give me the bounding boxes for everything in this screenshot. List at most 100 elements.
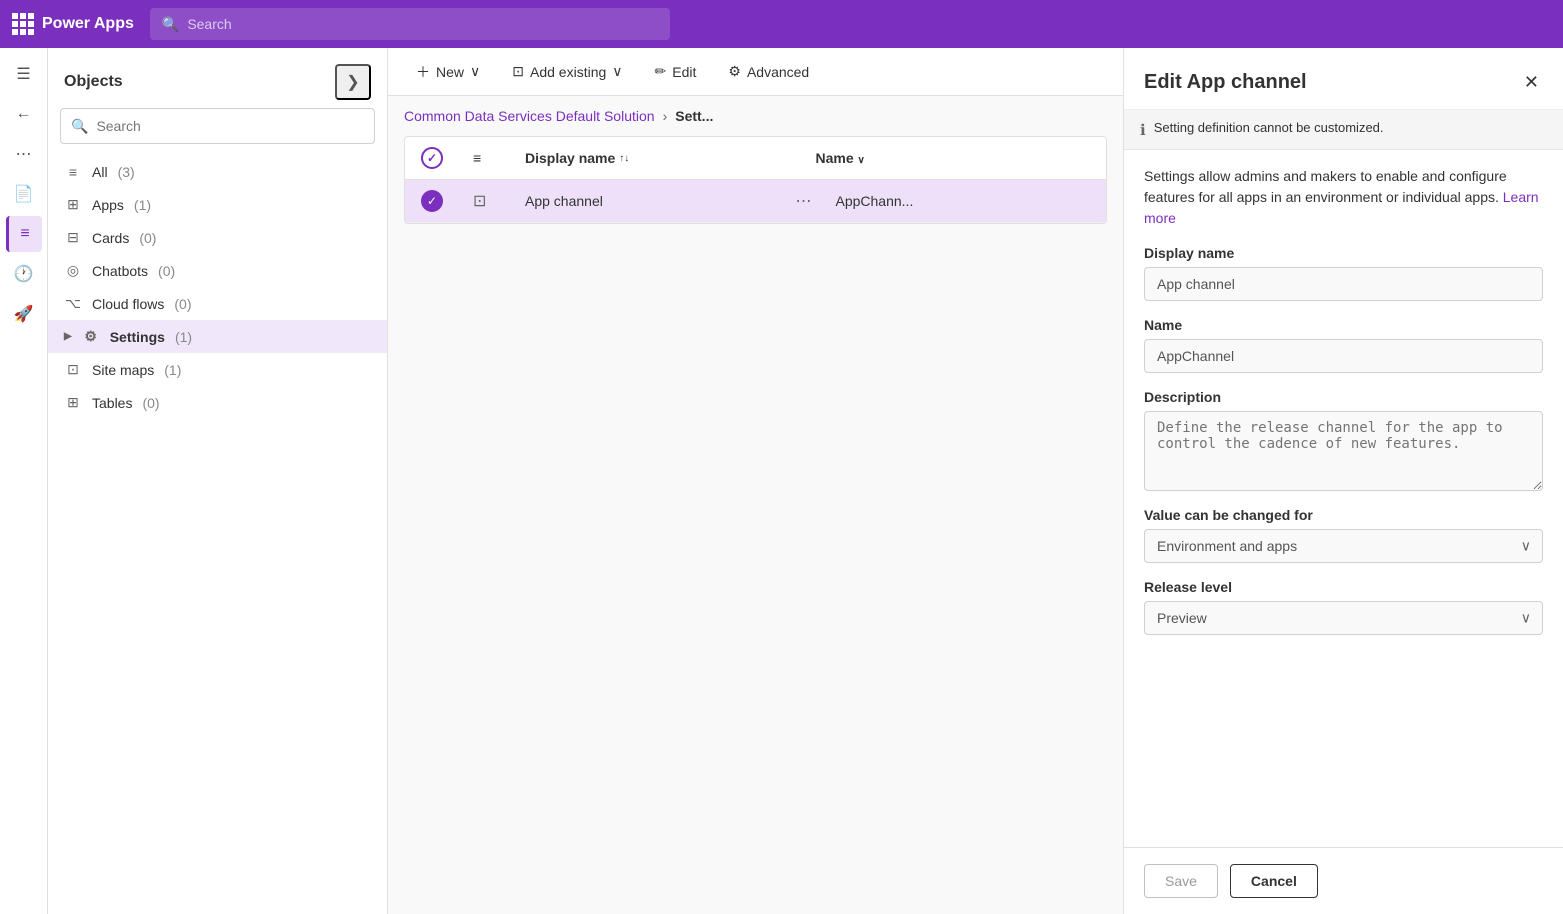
cancel-button[interactable]: Cancel — [1230, 864, 1318, 898]
display-name-input[interactable] — [1144, 267, 1543, 301]
header-check-col[interactable]: ✓ — [421, 147, 457, 169]
breadcrumb-current: Sett... — [675, 108, 713, 124]
add-existing-chevron-icon: ∨ — [612, 63, 622, 80]
sidebar-item-tables[interactable]: ⊞ Tables (0) — [48, 386, 387, 419]
description-textarea[interactable] — [1144, 411, 1543, 491]
rail-rocket[interactable]: 🚀 — [6, 296, 42, 332]
add-existing-button[interactable]: ⊡ Add existing ∨ — [500, 57, 634, 86]
sidebar-item-all[interactable]: ≡ All (3) — [48, 156, 387, 188]
sidebar-item-cards[interactable]: ⊟ Cards (0) — [48, 221, 387, 254]
edit-button[interactable]: ✏ Edit — [643, 57, 709, 86]
tables-icon: ⊞ — [64, 394, 82, 411]
edit-label: Edit — [672, 64, 696, 80]
new-button[interactable]: ＋ New ∨ — [404, 56, 492, 88]
info-banner-text: Setting definition cannot be customized. — [1154, 120, 1384, 135]
add-existing-label: Add existing — [530, 64, 606, 80]
row-name: AppChann... — [836, 193, 1091, 209]
rail-history[interactable]: 🕐 — [6, 256, 42, 292]
row-more-icon[interactable]: ⋯ — [796, 191, 820, 211]
global-search-bar[interactable]: 🔍 — [150, 8, 670, 40]
right-panel-title: Edit App channel — [1144, 71, 1307, 94]
sidebar-item-all-label: All — [92, 164, 108, 180]
header-name[interactable]: Name ∨ — [816, 150, 1091, 166]
right-panel-header: Edit App channel ✕ — [1124, 48, 1563, 110]
sidebar-item-apps-label: Apps — [92, 197, 124, 213]
panel-description: Settings allow admins and makers to enab… — [1144, 166, 1543, 229]
objects-panel: Objects ❯ 🔍 ≡ All (3) ⊞ Apps (1) ⊟ Cards… — [48, 48, 388, 914]
table-container: ✓ ≡ Display name ↑↓ Name ∨ ✓ ⊡ App chann… — [404, 136, 1107, 224]
sidebar-item-settings-label: Settings — [110, 329, 165, 345]
description-text: Settings allow admins and makers to enab… — [1144, 168, 1507, 205]
value-changed-field-group: Value can be changed for Environment and… — [1144, 507, 1543, 563]
chatbots-icon: ◎ — [64, 262, 82, 279]
sidebar-item-chatbots[interactable]: ◎ Chatbots (0) — [48, 254, 387, 287]
name-input[interactable] — [1144, 339, 1543, 373]
new-chevron-icon: ∨ — [470, 63, 480, 80]
rail-more[interactable]: ⋯ — [6, 136, 42, 172]
all-count: (3) — [118, 164, 135, 180]
rail-menu[interactable]: ☰ — [6, 56, 42, 92]
rail-list[interactable]: ≡ — [6, 216, 42, 252]
row-display-name: App channel — [525, 193, 780, 209]
panel-body: Settings allow admins and makers to enab… — [1124, 150, 1563, 847]
release-level-label: Release level — [1144, 579, 1543, 595]
advanced-button[interactable]: ⚙ Advanced — [716, 57, 821, 86]
name-label: Name — [1144, 317, 1543, 333]
top-bar: Power Apps 🔍 — [0, 0, 1563, 48]
row-icon: ⊡ — [473, 191, 509, 211]
breadcrumb-part1[interactable]: Common Data Services Default Solution — [404, 108, 655, 124]
close-panel-button[interactable]: ✕ — [1520, 68, 1543, 97]
settings-icon: ⚙ — [82, 328, 100, 345]
app-name: Power Apps — [42, 15, 134, 33]
site-maps-count: (1) — [164, 362, 181, 378]
sidebar-item-tables-label: Tables — [92, 395, 132, 411]
waffle-icon — [12, 13, 34, 35]
sidebar-item-cloud-flows[interactable]: ⌥ Cloud flows (0) — [48, 287, 387, 320]
description-field-group: Description — [1144, 389, 1543, 491]
collapse-panel-button[interactable]: ❯ — [335, 64, 371, 100]
objects-title: Objects — [64, 73, 123, 91]
nav-list: ≡ All (3) ⊞ Apps (1) ⊟ Cards (0) ◎ Chatb… — [48, 156, 387, 419]
objects-header: Objects ❯ — [48, 48, 387, 108]
cards-count: (0) — [139, 230, 156, 246]
edit-icon: ✏ — [655, 63, 667, 80]
right-panel: Edit App channel ✕ ℹ Setting definition … — [1123, 48, 1563, 914]
add-existing-icon: ⊡ — [512, 63, 524, 80]
description-label: Description — [1144, 389, 1543, 405]
info-icon: ℹ — [1140, 121, 1146, 139]
sidebar-item-settings[interactable]: ▶ ⚙ Settings (1) — [48, 320, 387, 353]
value-changed-select[interactable]: Environment and apps Environment only Ap… — [1144, 529, 1543, 563]
table-row[interactable]: ✓ ⊡ App channel ⋯ AppChann... — [405, 180, 1106, 223]
sidebar-item-site-maps[interactable]: ⊡ Site maps (1) — [48, 353, 387, 386]
app-logo[interactable]: Power Apps — [12, 13, 134, 35]
sidebar-item-site-maps-label: Site maps — [92, 362, 154, 378]
header-display-name[interactable]: Display name ↑↓ — [525, 150, 800, 166]
sidebar-item-cloud-flows-label: Cloud flows — [92, 296, 164, 312]
info-banner: ℹ Setting definition cannot be customize… — [1124, 110, 1563, 150]
search-icon: 🔍 — [162, 16, 179, 33]
objects-search-input[interactable] — [96, 118, 364, 134]
advanced-icon: ⚙ — [728, 63, 741, 80]
panel-footer: Save Cancel — [1124, 847, 1563, 914]
save-button[interactable]: Save — [1144, 864, 1218, 898]
search-icon: 🔍 — [71, 118, 88, 135]
apps-icon: ⊞ — [64, 196, 82, 213]
global-search-input[interactable] — [187, 16, 658, 32]
toolbar: ＋ New ∨ ⊡ Add existing ∨ ✏ Edit ⚙ Advanc… — [388, 48, 1123, 96]
rail-pages[interactable]: 📄 — [6, 176, 42, 212]
sidebar-item-apps[interactable]: ⊞ Apps (1) — [48, 188, 387, 221]
cloud-flows-count: (0) — [174, 296, 191, 312]
expand-arrow-icon: ▶ — [64, 331, 72, 342]
name-field-group: Name — [1144, 317, 1543, 373]
objects-search-container[interactable]: 🔍 — [60, 108, 375, 144]
rail-back[interactable]: ← — [6, 96, 42, 132]
cards-icon: ⊟ — [64, 229, 82, 246]
release-level-select-wrapper: Preview Current Stable ∨ — [1144, 601, 1543, 635]
sidebar-item-cards-label: Cards — [92, 230, 129, 246]
header-icon-col: ≡ — [473, 150, 509, 166]
breadcrumb-separator: › — [663, 108, 668, 124]
release-level-select[interactable]: Preview Current Stable — [1144, 601, 1543, 635]
breadcrumb: Common Data Services Default Solution › … — [388, 96, 1123, 136]
plus-icon: ＋ — [416, 62, 430, 82]
row-check[interactable]: ✓ — [421, 190, 457, 212]
